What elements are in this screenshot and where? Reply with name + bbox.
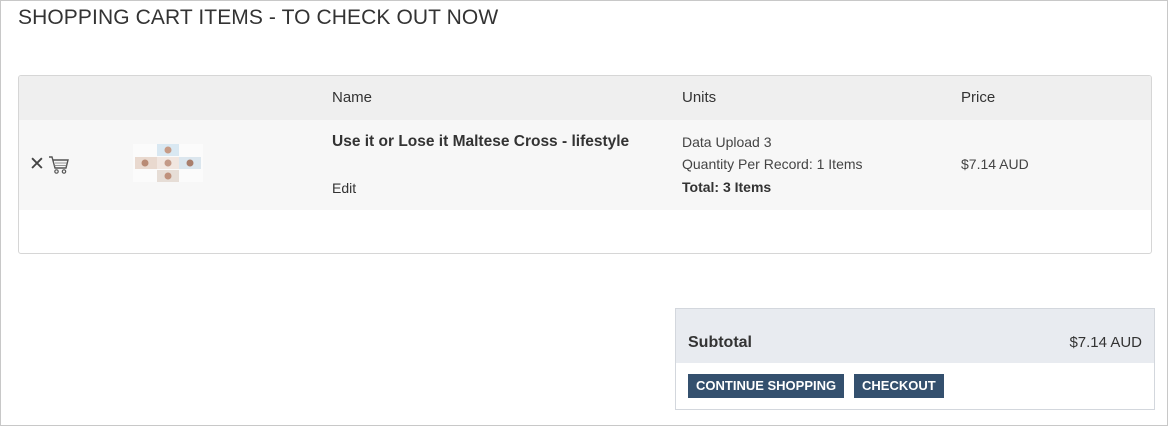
units-detail-quantity: Quantity Per Record: 1 Items [682, 156, 863, 172]
close-icon[interactable]: ✕ [29, 155, 45, 174]
cart-table: Name Units Price ✕ Use it or Lose it Mal… [18, 75, 1152, 254]
summary-header: Subtotal $7.14 AUD [676, 309, 1154, 363]
units-detail-upload: Data Upload 3 [682, 134, 772, 150]
column-header-units: Units [682, 89, 717, 106]
continue-shopping-button[interactable]: CONTINUE SHOPPING [688, 374, 845, 398]
page-title: SHOPPING CART ITEMS - TO CHECK OUT NOW [18, 6, 499, 29]
product-thumbnail[interactable] [133, 144, 203, 182]
subtotal-value: $7.14 AUD [1069, 334, 1142, 351]
column-header-price: Price [961, 89, 996, 106]
cart-icon[interactable] [48, 155, 70, 180]
edit-link[interactable]: Edit [332, 180, 356, 196]
order-summary: Subtotal $7.14 AUD CONTINUE SHOPPING CHE… [675, 308, 1155, 410]
table-row: ✕ Use it or Lose it Maltese Cross - life… [19, 120, 1151, 210]
units-detail-total: Total: 3 Items [682, 179, 772, 195]
checkout-button[interactable]: CHECKOUT [854, 374, 944, 398]
column-header-name: Name [332, 89, 373, 106]
item-price: $7.14 AUD [961, 156, 1029, 172]
product-name-link[interactable]: Use it or Lose it Maltese Cross - lifest… [332, 133, 629, 151]
subtotal-label: Subtotal [688, 334, 752, 351]
table-header: Name Units Price [19, 76, 1151, 120]
